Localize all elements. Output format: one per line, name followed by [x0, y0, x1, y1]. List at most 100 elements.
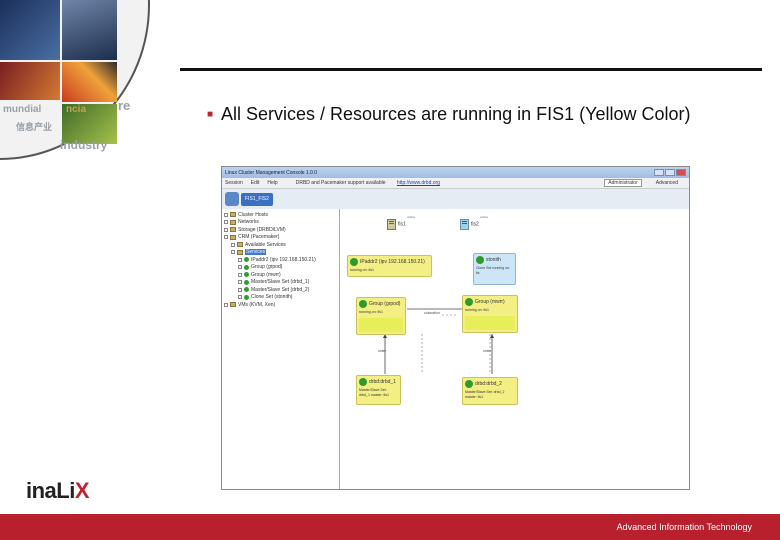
bullet-square-icon: ■ [207, 109, 214, 120]
menu-session[interactable]: Session [225, 180, 243, 186]
folder-icon [230, 212, 236, 218]
tree-item[interactable]: Storage (DRBD/LVM) [224, 226, 337, 234]
expand-toggle-icon[interactable] [238, 272, 242, 277]
resource-status: running on: fis1 [350, 268, 374, 272]
mode-select[interactable]: Administrator [604, 179, 642, 187]
tree-item[interactable]: Available Services [224, 241, 337, 249]
resource-status: Clone Set running on: fis [476, 266, 510, 275]
expand-toggle-icon[interactable] [224, 227, 228, 232]
order-edge-label-right: order [483, 349, 492, 353]
tree-item-label: VMs (KVM, Xen) [238, 301, 276, 308]
host-fis1[interactable]: online fis1 [387, 215, 417, 230]
tree-item[interactable]: Group (mwrr) [224, 271, 337, 279]
tree-item[interactable]: Clone Set (stonith) [224, 294, 337, 302]
expand-toggle-icon[interactable] [224, 235, 228, 240]
bullet-point: ■ All Services / Resources are running i… [207, 103, 747, 126]
resource-group-right[interactable]: Group (mwrr) running on: fis1 [462, 295, 518, 333]
menu-edit[interactable]: Edit [251, 180, 260, 186]
app-window: Linux Cluster Management Console 1.0.0 S… [221, 166, 690, 490]
expand-toggle-icon[interactable] [238, 265, 242, 270]
expand-toggle-icon[interactable] [238, 280, 242, 285]
window-title: Linux Cluster Management Console 1.0.0 [225, 169, 317, 176]
menu-bar: Session Edit Help DRBD and Pacemaker sup… [222, 178, 689, 189]
bullet-text: All Services / Resources are running in … [221, 104, 691, 124]
drbd-link[interactable]: http://www.drbd.org [397, 180, 440, 186]
folder-icon [237, 249, 243, 255]
resource-ipaddr[interactable]: IPaddr2 (ipv 192.168.150.21) running on:… [347, 255, 432, 277]
resource-icon [244, 279, 249, 285]
resource-drbd-right[interactable]: drbd:drbd_2 Master/Slave Set: drbd_2 mas… [462, 377, 518, 405]
tree-item[interactable]: VMs (KVM, Xen) [224, 301, 337, 309]
corner-collage: mundial ncia 信息产业 re industry [0, 0, 160, 165]
corner-word: re [118, 98, 131, 113]
menu-help[interactable]: Help [267, 180, 277, 186]
resource-icon [244, 264, 249, 270]
title-rule [180, 68, 762, 71]
resource-title: stonith [486, 257, 501, 263]
advanced-checkbox[interactable]: Advanced [656, 180, 678, 186]
resource-status: running on: fis1 [359, 310, 383, 314]
content-panes: Cluster Hosts Networks Storage (DRBD/LVM) C… [222, 209, 689, 489]
tree-item-label: Clone Set (stonith) [251, 294, 293, 301]
tree-item[interactable]: IPaddr2 (ipv 192.168.150.21) [224, 256, 337, 264]
host-fis2[interactable]: online fis2 [460, 215, 490, 230]
host-name: fis2 [471, 221, 479, 228]
resource-drbd-left[interactable]: drbd:drbd_1 Master/Slave Set: drbd_1 mas… [356, 375, 401, 405]
corner-orange-tile [62, 62, 117, 102]
tree-item-label: Available Services [245, 241, 286, 248]
resource-status: Master/Slave Set: drbd_2 master: fis1 [465, 390, 505, 399]
tree-item-label: Cluster Hosts [238, 211, 269, 218]
tree-item-label: Networks [238, 219, 259, 226]
resource-status: running on: fis1 [465, 308, 489, 312]
group-member-strip [465, 315, 515, 330]
resource-status: Master/Slave Set: drbd_1 master: fis1 [359, 388, 389, 397]
expand-toggle-icon[interactable] [238, 295, 242, 300]
server-icon [387, 219, 396, 230]
group-member-strip [359, 317, 403, 332]
resource-group-left[interactable]: Group (grpod) running on: fis1 [356, 297, 406, 335]
expand-toggle-icon[interactable] [238, 287, 242, 292]
expand-toggle-icon[interactable] [224, 212, 228, 217]
running-status-icon [465, 298, 473, 306]
tree-item-label: Group (mwrr) [251, 271, 281, 278]
cluster-icon[interactable] [225, 192, 239, 206]
resource-stonith[interactable]: stonith Clone Set running on: fis [473, 253, 516, 285]
tree-item[interactable]: Services [224, 249, 337, 257]
window-titlebar: Linux Cluster Management Console 1.0.0 [222, 167, 689, 178]
expand-toggle-icon[interactable] [238, 257, 242, 262]
expand-toggle-icon[interactable] [224, 220, 228, 225]
minimize-button[interactable] [654, 169, 664, 176]
tree-item-label: Group (grpod) [251, 264, 283, 271]
running-status-icon [359, 300, 367, 308]
host-tab[interactable]: FIS1_FIS2 [241, 192, 273, 206]
folder-icon [237, 242, 243, 248]
tree-item[interactable]: Cluster Hosts [224, 211, 337, 219]
corner-word: mundial [3, 104, 42, 115]
tree-item[interactable]: Group (grpod) [224, 264, 337, 272]
running-status-icon [350, 258, 358, 266]
status-message: DRBD and Pacemaker support available htt… [296, 180, 448, 186]
tree-item-label: Services [245, 249, 267, 256]
expand-toggle-icon[interactable] [231, 242, 235, 247]
corner-word: 信息产业 [16, 122, 53, 132]
close-button[interactable] [676, 169, 686, 176]
tree-item[interactable]: Master/Slave Set (drbd_1) [224, 279, 337, 287]
tree-item-label: IPaddr2 (ipv 192.168.150.21) [251, 256, 316, 263]
corner-people-tile [62, 0, 117, 60]
footer-text: Advanced Information Technology [616, 522, 752, 532]
corner-word: ncia [66, 104, 87, 115]
tree-item[interactable]: CRM (Pacemaker) [224, 234, 337, 242]
order-edge-label-left: order [378, 349, 387, 353]
resource-title: Group (grpod) [369, 301, 401, 307]
tree-item[interactable]: Networks [224, 219, 337, 227]
corner-red-tile [0, 62, 60, 100]
tree-item-label: Master/Slave Set (drbd_2) [251, 286, 310, 293]
tree-item-label: CRM (Pacemaker) [238, 234, 280, 241]
maximize-button[interactable] [665, 169, 675, 176]
resource-tree: Cluster Hosts Networks Storage (DRBD/LVM) C… [222, 209, 340, 489]
resource-title: drbd:drbd_2 [475, 381, 502, 387]
expand-toggle-icon[interactable] [231, 250, 235, 255]
expand-toggle-icon[interactable] [224, 302, 228, 307]
tree-item[interactable]: Master/Slave Set (drbd_2) [224, 286, 337, 294]
resource-icon [244, 257, 249, 263]
